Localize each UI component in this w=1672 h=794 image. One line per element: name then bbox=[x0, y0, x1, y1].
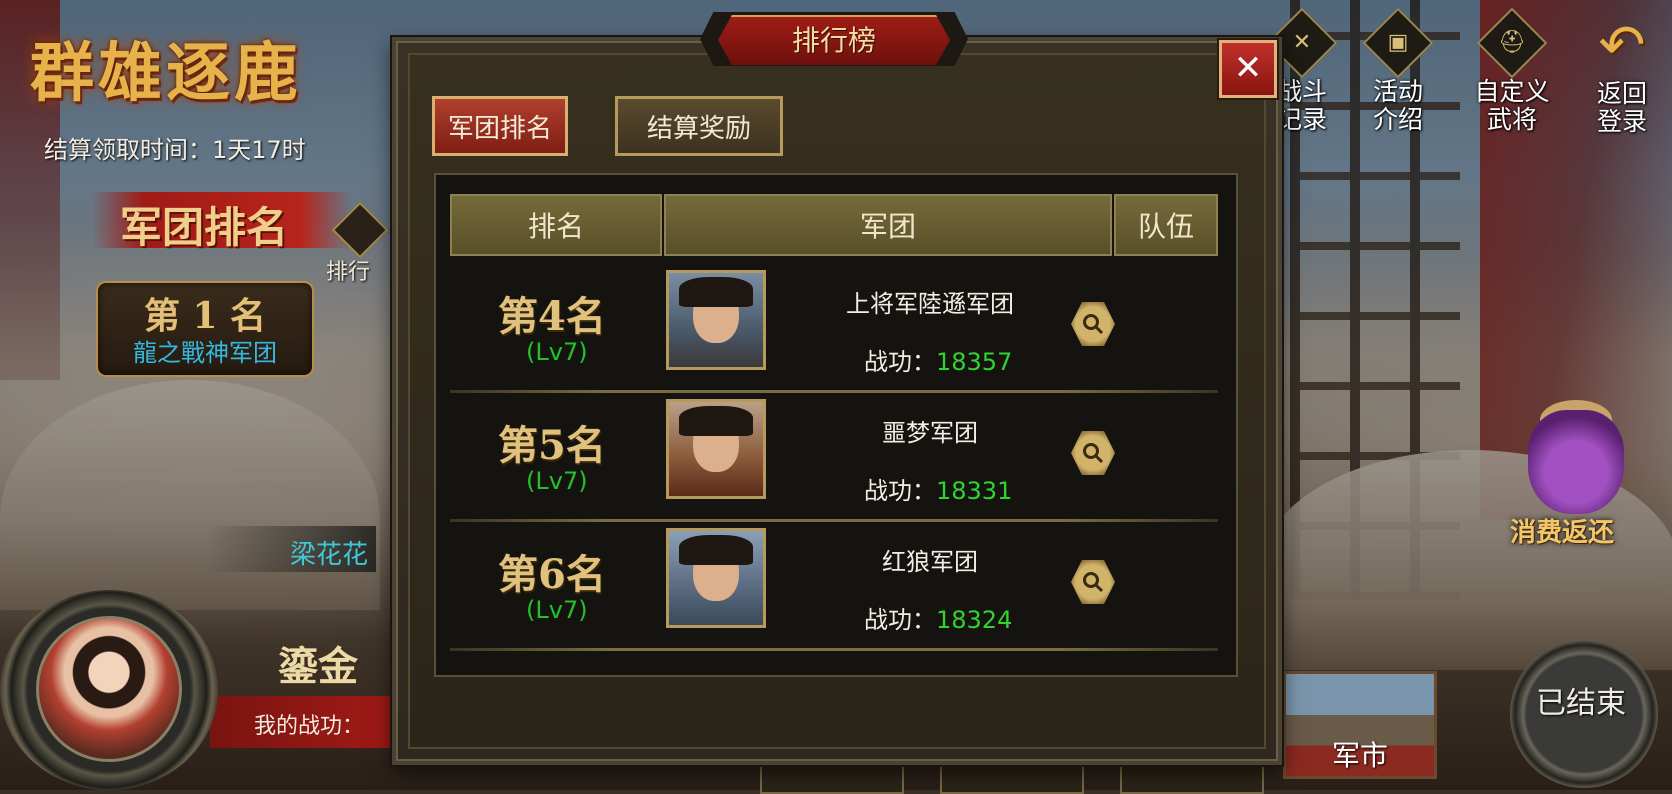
return-login-label: 返回登录 bbox=[1596, 79, 1647, 136]
ranking-shortcut-label[interactable]: 排行 bbox=[326, 254, 370, 286]
first-place-card[interactable]: 第 1 名 龍之戰神军团 bbox=[96, 281, 314, 377]
back-arrow-icon: ↶ bbox=[1598, 13, 1646, 78]
tab-legion-rank[interactable]: 军团排名 bbox=[432, 96, 568, 156]
event-intro-button[interactable]: ▣ 活动介绍 bbox=[1358, 7, 1438, 134]
row-legion-name: 上将军陸遜军团 bbox=[846, 290, 1014, 318]
legion-rank-heading: 军团排名 bbox=[120, 203, 289, 252]
leader-portrait bbox=[666, 399, 766, 499]
row-level: (Lv7) bbox=[526, 338, 588, 366]
magnifier-icon bbox=[1083, 572, 1104, 593]
row-level: (Lv7) bbox=[526, 596, 588, 624]
row-merit: 战功：18357 bbox=[864, 348, 1013, 376]
market-button[interactable]: 军市 bbox=[1283, 671, 1437, 779]
row-merit: 战功：18331 bbox=[864, 477, 1013, 505]
row-rank: 第5名 bbox=[498, 422, 606, 469]
table-row[interactable]: 第4名 (Lv7) 上将军陸遜军团 战功：18357 bbox=[450, 262, 1218, 390]
column-header-team: 队伍 bbox=[1114, 194, 1218, 256]
player-rank-title: 鎏金 bbox=[278, 643, 358, 690]
gift-bag-icon-body[interactable] bbox=[1528, 410, 1624, 514]
magnifier-icon bbox=[1083, 443, 1104, 464]
row-merit: 战功：18324 bbox=[864, 606, 1013, 634]
my-merit-label: 我的战功： bbox=[254, 714, 365, 739]
column-header-rank: 排名 bbox=[450, 194, 662, 256]
row-rank: 第6名 bbox=[498, 551, 606, 598]
event-intro-label: 活动介绍 bbox=[1372, 77, 1423, 134]
avatar[interactable] bbox=[36, 616, 182, 762]
tab-settlement-reward[interactable]: 结算奖励 bbox=[615, 96, 783, 156]
event-title: 群雄逐鹿 bbox=[30, 36, 302, 111]
market-label: 军市 bbox=[1331, 739, 1388, 772]
close-icon[interactable]: ✕ bbox=[1219, 40, 1277, 98]
leader-portrait bbox=[666, 270, 766, 370]
first-place-legion: 龍之戰神军团 bbox=[133, 339, 277, 367]
row-divider bbox=[450, 648, 1218, 651]
column-header-legion: 军团 bbox=[664, 194, 1112, 256]
row-level: (Lv7) bbox=[526, 467, 588, 495]
row-merit-value: 18357 bbox=[936, 348, 1013, 376]
row-legion-name: 红狼军团 bbox=[882, 548, 978, 576]
row-merit-value: 18331 bbox=[936, 477, 1013, 505]
row-rank: 第4名 bbox=[498, 293, 606, 340]
event-scroll-icon: ▣ bbox=[1362, 7, 1434, 79]
dialog-title: 排行榜 bbox=[791, 24, 876, 57]
row-legion-name: 噩梦军团 bbox=[882, 419, 978, 447]
first-place-rank: 第 1 名 bbox=[143, 295, 267, 337]
helmet-icon: ⛑ bbox=[1476, 7, 1548, 79]
table-row[interactable]: 第5名 (Lv7) 噩梦军团 战功：18331 bbox=[450, 391, 1218, 519]
custom-general-label: 自定义武将 bbox=[1474, 77, 1550, 134]
return-login-button[interactable]: ↶ 返回登录 bbox=[1582, 18, 1662, 136]
player-name: 梁花花 bbox=[290, 540, 369, 570]
row-merit-value: 18324 bbox=[936, 606, 1013, 634]
leader-portrait bbox=[666, 528, 766, 628]
consume-rebate-label[interactable]: 消费返还 bbox=[1510, 512, 1614, 549]
table-row[interactable]: 第6名 (Lv7) 红狼军团 战功：18324 bbox=[450, 520, 1218, 648]
magnifier-icon bbox=[1083, 314, 1104, 335]
settle-time-text: 结算领取时间：1天17时 bbox=[44, 136, 306, 164]
ended-status-label: 已结束 bbox=[1536, 686, 1626, 721]
custom-general-button[interactable]: ⛑ 自定义武将 bbox=[1462, 7, 1562, 134]
